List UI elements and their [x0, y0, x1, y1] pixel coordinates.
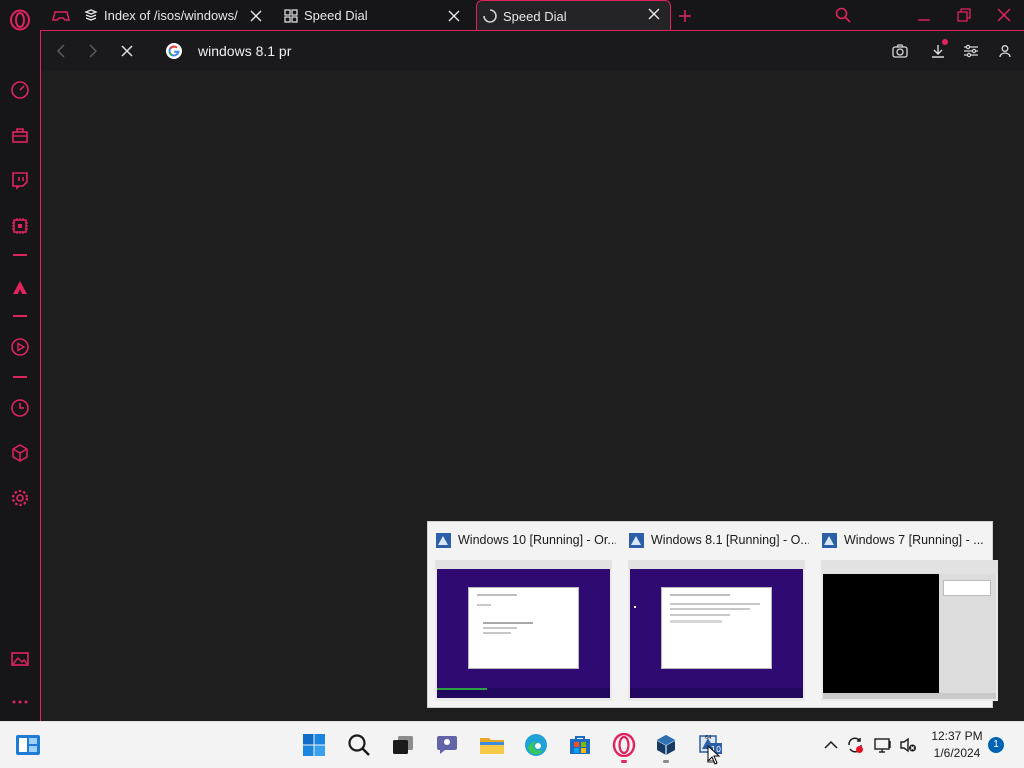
history-icon[interactable] [8, 396, 32, 420]
tab-close-button[interactable] [250, 0, 274, 31]
opera-icon[interactable] [610, 731, 638, 759]
thumbnail-title: Windows 7 [Running] - ... [844, 533, 984, 547]
close-icon [121, 45, 133, 57]
thumbnail-preview [821, 560, 998, 701]
chevron-right-icon [89, 44, 98, 58]
tab-title: Speed Dial [304, 8, 368, 23]
tab-speed-dial-1[interactable]: Speed Dial [284, 0, 464, 31]
edge-icon[interactable] [522, 731, 550, 759]
tab-bar: Index of /isos/windows/ Speed Dial Speed… [40, 0, 1024, 31]
tab-close-button[interactable] [648, 8, 664, 24]
file-explorer-icon[interactable] [478, 731, 506, 759]
store-icon[interactable] [566, 731, 594, 759]
sidebar-divider [13, 315, 27, 317]
thumbnail-title: Windows 8.1 [Running] - O... [651, 533, 809, 547]
thumbnail-windows-10[interactable]: Windows 10 [Running] - Or... [428, 522, 618, 709]
close-icon [648, 8, 660, 20]
new-tab-button[interactable] [678, 0, 696, 31]
windows-taskbar: 10 64 12:37 PM 1/6/2024 1 [0, 721, 1024, 768]
minimize-button[interactable] [913, 5, 935, 25]
opera-sidebar [0, 0, 40, 721]
thumbnail-title: Windows 10 [Running] - Or... [458, 533, 616, 547]
task-view-icon[interactable] [389, 731, 417, 759]
svg-text:64: 64 [705, 735, 711, 741]
download-icon [932, 45, 944, 58]
virtualbox-vm-icon [822, 533, 837, 548]
clock-date[interactable]: 1/6/2024 [927, 746, 987, 760]
close-window-button[interactable] [993, 5, 1015, 25]
search-icon [835, 7, 851, 23]
virtualbox-vm-icon [629, 533, 644, 548]
thumbnail-preview [435, 560, 612, 701]
extensions-cube-icon[interactable] [8, 441, 32, 465]
address-bar: windows 8.1 pr [41, 31, 1024, 70]
profile-button[interactable] [995, 41, 1015, 61]
plus-icon [679, 9, 691, 22]
sidebar-divider [13, 376, 27, 378]
virtualbox-icon[interactable] [652, 731, 680, 759]
shopping-bag-icon[interactable] [8, 123, 32, 147]
virtualbox-vm-icon [436, 533, 451, 548]
close-icon [250, 10, 262, 21]
tab-speed-dial-active[interactable]: Speed Dial [476, 0, 671, 31]
cpu-limiter-icon[interactable] [8, 214, 32, 238]
sidebar-divider [13, 254, 27, 256]
notification-badge[interactable]: 1 [988, 737, 1004, 753]
google-icon [164, 41, 184, 61]
show-hidden-icons-button[interactable] [821, 735, 841, 755]
back-button[interactable] [51, 41, 71, 61]
forward-button[interactable] [83, 41, 103, 61]
sync-icon[interactable] [845, 735, 865, 755]
user-icon [999, 45, 1011, 58]
tab-title: Speed Dial [503, 8, 567, 24]
widgets-icon[interactable] [14, 731, 42, 759]
thumbnail-preview [628, 560, 805, 701]
mouse-cursor-icon [707, 745, 721, 765]
downloads-button[interactable] [928, 39, 948, 61]
thumbnail-windows-8-1[interactable]: Windows 8.1 [Running] - O... [621, 522, 811, 709]
speed-dial-grid-icon [284, 8, 298, 23]
teams-chat-icon[interactable] [433, 731, 461, 759]
address-input[interactable]: windows 8.1 pr [198, 43, 291, 59]
tab-index-isos[interactable]: Index of /isos/windows/ [84, 0, 274, 31]
close-icon [448, 10, 460, 21]
chevron-up-icon [824, 740, 838, 749]
loading-spinner-icon [483, 9, 497, 23]
network-display-icon[interactable] [873, 735, 893, 755]
start-icon[interactable] [300, 731, 328, 759]
speedometer-icon[interactable] [8, 78, 32, 102]
minimize-icon [918, 19, 930, 21]
search-tabs-button[interactable] [832, 5, 854, 25]
clock-time[interactable]: 12:37 PM [927, 729, 987, 743]
tab-title: Index of /isos/windows/ [104, 8, 238, 23]
download-badge [942, 39, 948, 45]
tab-close-button[interactable] [448, 0, 472, 31]
more-dots-icon[interactable] [8, 690, 32, 714]
gx-corner-icon[interactable] [52, 0, 72, 31]
desktop: Index of /isos/windows/ Speed Dial Speed… [0, 0, 1024, 768]
running-indicator [663, 760, 669, 763]
close-icon [997, 8, 1011, 22]
volume-muted-icon[interactable] [898, 735, 918, 755]
taskbar-thumbnail-popup: Windows 10 [Running] - Or... Windows 8.1… [427, 521, 998, 709]
wallpaper-image-icon[interactable] [8, 647, 32, 671]
opera-logo-icon[interactable] [8, 8, 32, 32]
restore-icon [957, 8, 971, 22]
search-icon[interactable] [345, 731, 373, 759]
settings-gear-icon[interactable] [8, 486, 32, 510]
restore-button[interactable] [953, 5, 975, 25]
running-indicator [621, 760, 627, 763]
camera-icon [892, 44, 908, 58]
sliders-icon [964, 44, 978, 58]
thumbnail-windows-7[interactable]: Windows 7 [Running] - ... [814, 522, 1004, 709]
twitch-icon[interactable] [8, 168, 32, 192]
player-icon[interactable] [8, 335, 32, 359]
snapshot-button[interactable] [890, 41, 910, 61]
aria-icon[interactable] [8, 275, 32, 299]
stop-loading-button[interactable] [117, 41, 137, 61]
easy-setup-button[interactable] [961, 41, 981, 61]
chevron-left-icon [56, 44, 65, 58]
file-stack-icon [84, 8, 98, 21]
